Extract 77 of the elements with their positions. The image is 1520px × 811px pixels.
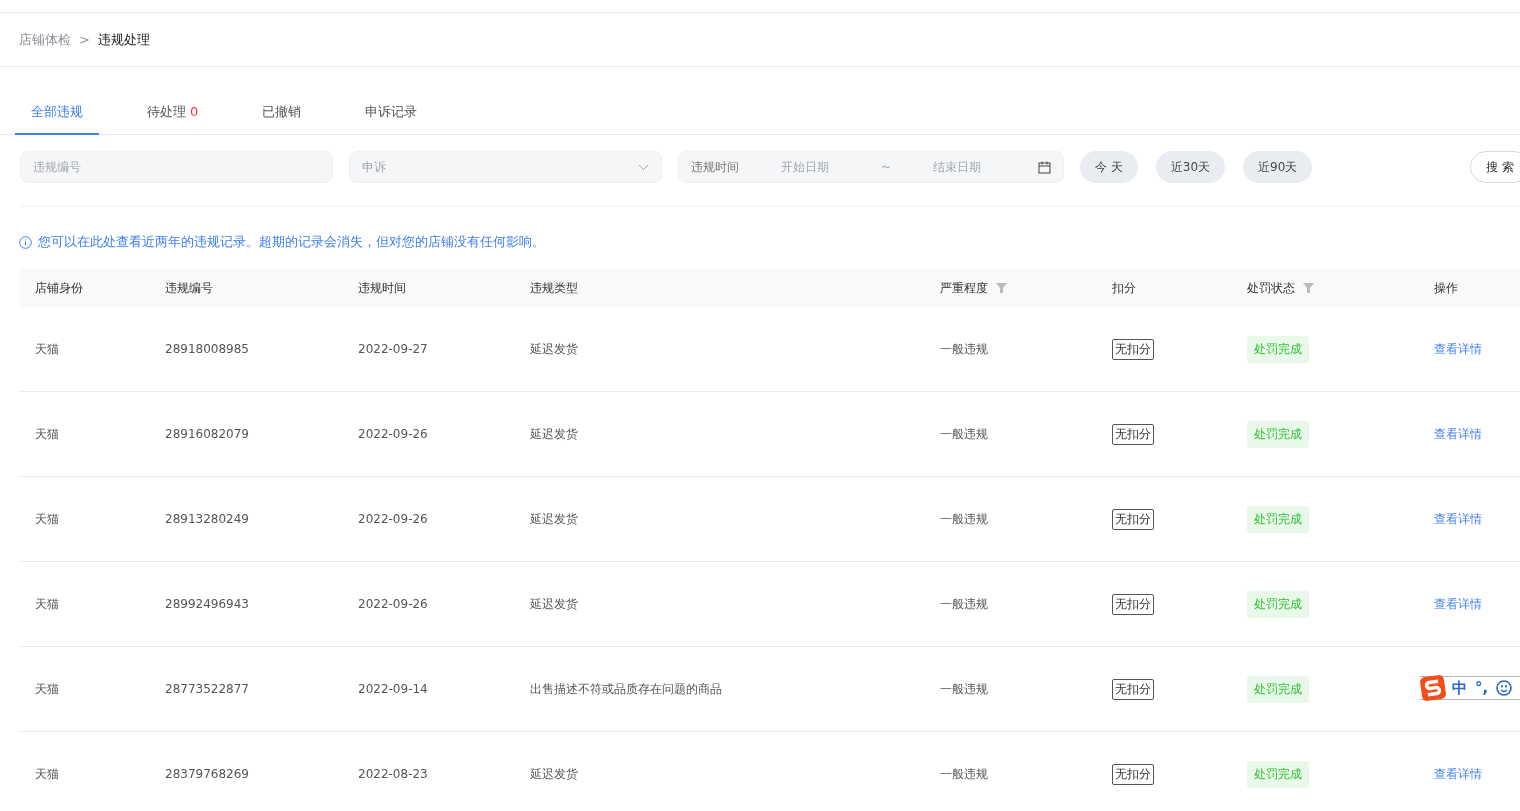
table-cell: 2022-09-26 <box>358 427 428 441</box>
quick-range-button[interactable]: 今 天 <box>1080 151 1138 183</box>
table-cell: 28913280249 <box>165 512 249 526</box>
details-link[interactable]: 查看详情 <box>1434 340 1482 358</box>
table-cell: 天猫 <box>35 340 59 358</box>
table-cell: 2022-09-27 <box>358 342 428 356</box>
column-header: 处罚状态 <box>1247 279 1295 297</box>
points-tag: 无扣分 <box>1112 423 1154 445</box>
table-cell: 2022-08-23 <box>358 767 428 781</box>
tab[interactable]: 全部违规 <box>15 93 99 135</box>
table-cell: 一般违规 <box>940 595 988 613</box>
column-header: 店铺身份 <box>35 279 83 297</box>
table-cell: 天猫 <box>35 425 59 443</box>
quick-range-button[interactable]: 近90天 <box>1243 151 1313 183</box>
table-cell: 延迟发货 <box>530 340 578 358</box>
points-tag: 无扣分 <box>1112 678 1154 700</box>
points-tag: 无扣分 <box>1112 508 1154 530</box>
status-tag: 处罚完成 <box>1247 590 1309 618</box>
status-tag: 处罚完成 <box>1247 675 1309 703</box>
quick-range-button[interactable]: 近30天 <box>1155 151 1226 183</box>
table-cell: 延迟发货 <box>530 765 578 783</box>
info-icon <box>19 235 32 249</box>
column-header: 违规类型 <box>530 279 578 297</box>
input-mode-text[interactable]: 中 <box>1452 678 1467 698</box>
table-cell: 天猫 <box>35 595 59 613</box>
table-cell: 天猫 <box>35 765 59 783</box>
punctuation-mode-text[interactable]: °, <box>1475 679 1489 697</box>
column-header: 违规编号 <box>165 279 213 297</box>
breadcrumb-link[interactable]: 店铺体检 <box>19 30 71 49</box>
details-link[interactable]: 查看详情 <box>1434 765 1482 783</box>
table-cell: 一般违规 <box>940 680 988 698</box>
table-cell: 28918008985 <box>165 342 249 356</box>
table-cell: 一般违规 <box>940 340 988 358</box>
details-link[interactable]: 查看详情 <box>1434 510 1482 528</box>
table-cell: 一般违规 <box>940 510 988 528</box>
table-cell: 2022-09-14 <box>358 682 428 696</box>
table-cell: 2022-09-26 <box>358 597 428 611</box>
table-cell: 28916082079 <box>165 427 249 441</box>
details-link[interactable]: 查看详情 <box>1434 595 1482 613</box>
input-method-bar[interactable]: 中 °, <box>1420 676 1520 700</box>
points-tag: 无扣分 <box>1112 593 1154 615</box>
table-cell: 天猫 <box>35 510 59 528</box>
breadcrumb-separator: > <box>79 32 90 47</box>
id-field[interactable]: 违规编号 <box>20 151 333 183</box>
input-method-logo-icon[interactable] <box>1418 673 1448 703</box>
date-range-field[interactable]: 违规时间 开始日期 ~ 结束日期 <box>678 151 1064 183</box>
column-header: 扣分 <box>1112 279 1136 297</box>
table-cell: 28992496943 <box>165 597 249 611</box>
status-tag: 处罚完成 <box>1247 335 1309 363</box>
details-link[interactable]: 查看详情 <box>1434 425 1482 443</box>
calendar-icon <box>1038 160 1051 174</box>
tab[interactable]: 已撤销 <box>246 93 318 135</box>
table-cell: 28379768269 <box>165 767 249 781</box>
column-header: 操作 <box>1434 279 1458 297</box>
column-header: 严重程度 <box>940 279 988 297</box>
table-cell: 2022-09-26 <box>358 512 428 526</box>
search-button[interactable]: 搜 索 <box>1470 151 1520 183</box>
table-cell: 延迟发货 <box>530 425 578 443</box>
table-cell: 出售描述不符或品质存在问题的商品 <box>530 680 722 698</box>
status-tag: 处罚完成 <box>1247 505 1309 533</box>
table-cell: 天猫 <box>35 680 59 698</box>
status-tag: 处罚完成 <box>1247 760 1309 788</box>
tab[interactable]: 申诉记录 <box>349 93 434 135</box>
smiley-icon[interactable] <box>1496 680 1513 696</box>
chevron-down-icon <box>638 163 649 171</box>
table-cell: 延迟发货 <box>530 510 578 528</box>
column-header: 违规时间 <box>358 279 406 297</box>
table-cell: 28773522877 <box>165 682 249 696</box>
table-cell: 延迟发货 <box>530 595 578 613</box>
points-tag: 无扣分 <box>1112 763 1154 785</box>
table-cell: 一般违规 <box>940 765 988 783</box>
status-tag: 处罚完成 <box>1247 420 1309 448</box>
notice-text: 您可以在此处查看近两年的违规记录。超期的记录会消失，但对您的店铺没有任何影响。 <box>38 233 545 251</box>
tab[interactable]: 待处理 0 <box>131 93 215 135</box>
breadcrumb-current: 违规处理 <box>97 30 150 49</box>
table-cell: 一般违规 <box>940 425 988 443</box>
points-tag: 无扣分 <box>1112 338 1154 360</box>
